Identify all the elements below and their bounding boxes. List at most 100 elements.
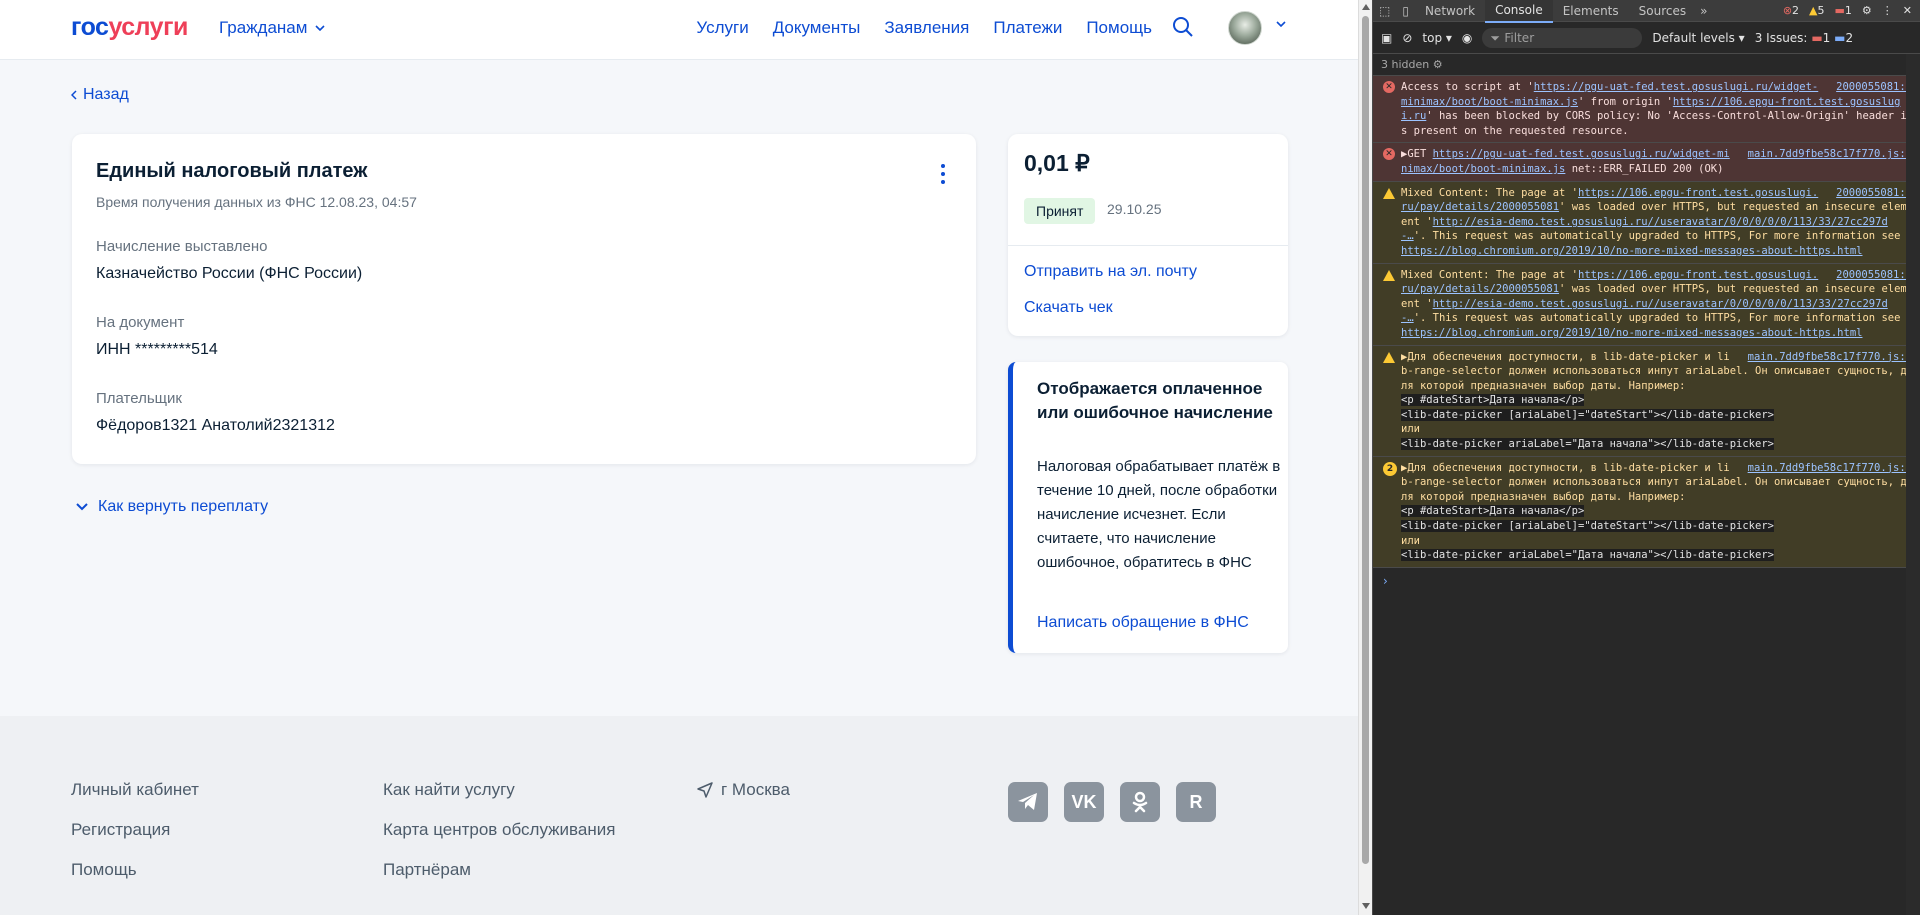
chevron-down-icon xyxy=(76,503,88,511)
gosuslugi-logo[interactable]: госуслуги xyxy=(71,13,188,42)
console-message: 2 main.7dd9fbe58c17f770.js:1 ▶Для обеспече… xyxy=(1373,456,1920,568)
hidden-messages: 3 hidden ⚙ xyxy=(1373,54,1920,76)
footer-link[interactable]: Карта центров обслуживания xyxy=(383,820,615,844)
issue-icon: ▬ xyxy=(1834,4,1845,17)
message-url-link[interactable]: https://blog.chromium.org/2019/10/no-mor… xyxy=(1401,245,1862,257)
console-message: 2000055081:1 Mixed Content: The page at '… xyxy=(1373,181,1920,264)
footer-col-1: Личный кабинет Регистрация Помощь xyxy=(71,780,199,884)
tab-console[interactable]: Console xyxy=(1485,0,1553,23)
footer-link[interactable]: Помощь xyxy=(71,860,199,884)
devtools-counts[interactable]: ⊗2 ▲5 ▬1 ⚙ ⋮ ✕ xyxy=(1783,0,1912,22)
more-options-icon[interactable]: ⋮ xyxy=(1882,0,1893,22)
back-link[interactable]: Назад xyxy=(71,86,129,104)
refund-label: Как вернуть переплату xyxy=(98,498,269,515)
chevron-down-icon[interactable] xyxy=(1276,21,1286,27)
tab-sources[interactable]: Sources xyxy=(1629,0,1696,22)
chevron-left-icon xyxy=(71,90,77,100)
tab-elements[interactable]: Elements xyxy=(1553,0,1629,22)
site-header: госуслуги Гражданам Услуги Документы Зая… xyxy=(0,0,1358,60)
message-code: <lib-date-picker [ariaLabel]="dateStart"… xyxy=(1401,408,1774,421)
eye-icon[interactable]: ◉ xyxy=(1462,31,1472,45)
issues-indicator[interactable]: 3 Issues: ▬1 ▬2 xyxy=(1755,31,1853,45)
telegram-icon[interactable] xyxy=(1008,782,1048,822)
footer-link[interactable]: Регистрация xyxy=(71,820,199,844)
nav-applications[interactable]: Заявления xyxy=(884,18,969,38)
payment-subtitle: Время получения данных из ФНС 12.08.23, … xyxy=(96,194,417,210)
site-footer: Личный кабинет Регистрация Помощь Как на… xyxy=(0,716,1358,915)
rutube-icon[interactable]: R xyxy=(1176,782,1216,822)
citizens-label: Гражданам xyxy=(219,18,308,37)
send-email-link[interactable]: Отправить на эл. почту xyxy=(1024,263,1197,281)
refund-link[interactable]: Как вернуть переплату xyxy=(76,498,268,516)
nav-help[interactable]: Помощь xyxy=(1086,18,1152,38)
devtools-panel: ⬚ ▯ Network Console Elements Sources » ⊗… xyxy=(1372,0,1920,915)
field-value: ИНН *********514 xyxy=(96,341,218,358)
status-badge: Принят xyxy=(1024,198,1096,224)
footer-link[interactable]: Как найти услугу xyxy=(383,780,615,804)
message-source-link[interactable]: 2000055081:1 xyxy=(1836,186,1912,201)
payment-date: 29.10.25 xyxy=(1107,201,1162,217)
message-text: Access to script at ' xyxy=(1401,81,1534,93)
message-source-link[interactable]: main.7dd9fbe58c17f770.js:1 xyxy=(1748,461,1912,476)
warning-count: ▲5 xyxy=(1809,4,1825,17)
clear-console-icon[interactable]: ⊘ xyxy=(1402,31,1412,45)
levels-select[interactable]: Default levels ▾ xyxy=(1652,31,1744,45)
nav-documents[interactable]: Документы xyxy=(773,18,861,38)
tab-network[interactable]: Network xyxy=(1415,0,1485,22)
console-prompt[interactable]: › xyxy=(1373,568,1920,594)
vk-icon[interactable]: VK xyxy=(1064,782,1104,822)
location-selector[interactable]: г Москва xyxy=(697,780,790,800)
settings-icon[interactable]: ⚙ xyxy=(1862,0,1872,22)
page-scrollbar[interactable] xyxy=(1358,0,1372,915)
error-icon: ✕ xyxy=(1383,81,1395,93)
message-source-link[interactable]: main.7dd9fbe58c17f770.js:1 xyxy=(1748,147,1912,162)
nav-payments[interactable]: Платежи xyxy=(993,18,1062,38)
console-toolbar: ▣ ⊘ top ▾ ◉ ⏷ Filter Default levels ▾ 3 I… xyxy=(1373,22,1920,54)
scroll-down-arrow[interactable] xyxy=(1362,903,1370,909)
message-source-link[interactable]: 2000055081:1 xyxy=(1836,268,1912,283)
inspect-element-icon[interactable]: ⬚ xyxy=(1373,0,1396,22)
message-code: <p #dateStart>Дата начала</p> xyxy=(1401,505,1585,518)
message-source-link[interactable]: main.7dd9fbe58c17f770.js:1 xyxy=(1748,350,1912,365)
citizens-menu[interactable]: Гражданам xyxy=(219,18,326,38)
nav-services[interactable]: Услуги xyxy=(696,18,748,38)
message-text: '. This request was automatically upgrad… xyxy=(1413,230,1901,243)
more-menu-icon[interactable] xyxy=(940,164,946,184)
more-tabs-icon[interactable]: » xyxy=(1696,0,1711,22)
payment-amount: 0,01 ₽ xyxy=(1024,150,1090,176)
location-label: г Москва xyxy=(721,780,790,799)
devtools-scrollbar[interactable] xyxy=(1906,54,1920,915)
field-value: Казначейство России (ФНС России) xyxy=(96,265,363,282)
device-toolbar-icon[interactable]: ▯ xyxy=(1396,0,1415,22)
issue-count: ▬1 xyxy=(1834,4,1852,17)
payment-summary-card: 0,01 ₽ Принят 29.10.25 Отправить на эл. … xyxy=(1008,134,1288,336)
back-label: Назад xyxy=(83,86,129,103)
console-message: ✕ 2000055081:1 Access to script at 'https:… xyxy=(1373,76,1920,144)
error-count: ⊗2 xyxy=(1782,4,1800,17)
sidebar-toggle-icon[interactable]: ▣ xyxy=(1381,31,1392,45)
write-fns-link[interactable]: Написать обращение в ФНС xyxy=(1037,614,1249,632)
footer-link[interactable]: Партнёрам xyxy=(383,860,615,884)
scroll-up-arrow[interactable] xyxy=(1362,4,1370,10)
search-icon[interactable] xyxy=(1172,16,1194,38)
filter-input[interactable]: ⏷ Filter xyxy=(1482,27,1643,48)
message-text: '. This request was automatically upgrad… xyxy=(1413,312,1901,325)
page: госуслуги Гражданам Услуги Документы Зая… xyxy=(0,0,1358,915)
info-text: Налоговая обрабатывает платёж в течение … xyxy=(1037,458,1281,571)
warning-icon: ▲ xyxy=(1809,4,1818,17)
message-url-link[interactable]: https://blog.chromium.org/2019/10/no-mor… xyxy=(1401,327,1862,339)
message-text: ' from origin ' xyxy=(1578,95,1673,108)
download-receipt-link[interactable]: Скачать чек xyxy=(1024,299,1113,317)
context-select[interactable]: top ▾ xyxy=(1422,31,1452,45)
chevron-down-icon xyxy=(315,25,326,31)
repeat-count-badge: 2 xyxy=(1383,461,1397,476)
console-message: ✕ main.7dd9fbe58c17f770.js:1 ▶GET https://… xyxy=(1373,143,1920,182)
close-icon[interactable]: ✕ xyxy=(1903,0,1912,22)
settings-icon: ⚙ xyxy=(1432,58,1443,71)
message-source-link[interactable]: 2000055081:1 xyxy=(1836,80,1912,95)
scrollbar-thumb[interactable] xyxy=(1362,16,1369,864)
footer-link[interactable]: Личный кабинет xyxy=(71,780,199,804)
message-code: или xyxy=(1401,534,1420,547)
avatar[interactable] xyxy=(1228,11,1262,45)
odnoklassniki-icon[interactable] xyxy=(1120,782,1160,822)
